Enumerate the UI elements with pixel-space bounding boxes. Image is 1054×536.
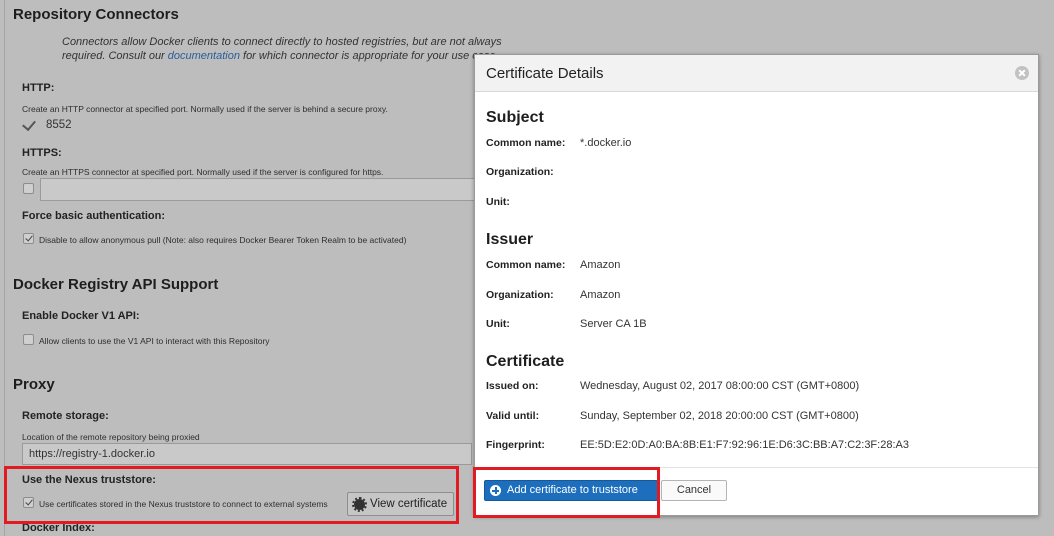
cancel-button[interactable]: Cancel [661, 480, 727, 501]
docker-registry-api-heading: Docker Registry API Support [13, 276, 219, 293]
force-basic-auth-checkbox-label: Disable to allow anonymous pull (Note: a… [39, 235, 407, 245]
https-port-input[interactable] [40, 178, 480, 201]
issued-on-value: Wednesday, August 02, 2017 08:00:00 CST … [580, 380, 860, 392]
subject-common-name-value: *.docker.io [580, 137, 632, 149]
enable-v1-api-label: Enable Docker V1 API: [22, 310, 140, 322]
remote-storage-label: Remote storage: [22, 410, 109, 422]
valid-until-label: Valid until: [486, 410, 540, 422]
issuer-common-name-value: Amazon [580, 259, 621, 271]
http-help: Create an HTTP connector at specified po… [22, 104, 388, 114]
https-help: Create an HTTPS connector at specified p… [22, 167, 384, 177]
issuer-organization-value: Amazon [580, 289, 621, 301]
connectors-intro-text: Connectors allow Docker clients to conne… [62, 36, 502, 63]
http-enabled-checkbox[interactable] [22, 116, 36, 132]
fingerprint-value: EE:5D:E2:0D:A0:BA:8B:E1:F7:92:96:1E:D6:3… [580, 439, 909, 451]
issuer-common-name-label: Common name: [486, 259, 566, 271]
certificate-heading: Certificate [486, 353, 565, 370]
subject-unit-label: Unit: [486, 196, 510, 208]
subject-heading: Subject [486, 109, 544, 126]
add-button-highlight-box [473, 467, 660, 518]
issuer-unit-value: Server CA 1B [580, 318, 647, 330]
force-basic-auth-checkbox[interactable] [23, 233, 34, 244]
https-enabled-checkbox[interactable] [23, 183, 34, 194]
proxy-heading: Proxy [13, 376, 55, 393]
close-circle-icon[interactable] [1015, 66, 1029, 80]
left-divider [4, 0, 5, 536]
subject-common-name-label: Common name: [486, 137, 566, 149]
certificate-details-dialog: Certificate Details Subject Common name:… [474, 54, 1039, 516]
documentation-link[interactable]: documentation [168, 50, 240, 62]
issuer-unit-label: Unit: [486, 318, 510, 330]
http-label: HTTP: [22, 82, 55, 94]
cancel-label: Cancel [676, 484, 712, 496]
remote-storage-value: https://registry-1.docker.io [29, 448, 155, 460]
enable-v1-api-checkbox[interactable] [23, 334, 34, 345]
http-port-value[interactable]: 8552 [46, 119, 72, 131]
repository-connectors-heading: Repository Connectors [13, 6, 179, 23]
dialog-title: Certificate Details [486, 65, 604, 82]
https-label: HTTPS: [22, 147, 62, 159]
force-basic-auth-label: Force basic authentication: [22, 210, 166, 222]
intro-text-end: for which connector is appropriate for y… [239, 49, 499, 62]
valid-until-value: Sunday, September 02, 2018 20:00:00 CST … [580, 410, 859, 422]
subject-organization-label: Organization: [486, 166, 554, 178]
truststore-highlight-box [4, 466, 459, 524]
issued-on-label: Issued on: [486, 380, 539, 392]
fingerprint-label: Fingerprint: [486, 439, 545, 451]
remote-storage-help: Location of the remote repository being … [22, 432, 200, 442]
enable-v1-api-checkbox-label: Allow clients to use the V1 API to inter… [39, 336, 270, 346]
issuer-organization-label: Organization: [486, 289, 554, 301]
issuer-heading: Issuer [486, 231, 534, 248]
dialog-header: Certificate Details [475, 55, 1038, 92]
